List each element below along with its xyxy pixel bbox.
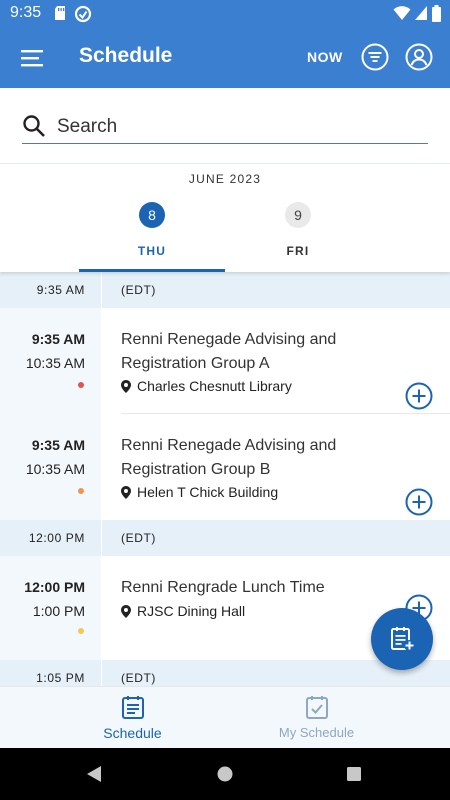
time-band: 1:05 PM (EDT) — [0, 660, 450, 686]
track-color-dot — [78, 488, 84, 494]
day-number: 8 — [139, 202, 165, 228]
system-navigation-bar — [0, 748, 450, 800]
location-pin-icon — [121, 486, 131, 499]
now-button[interactable]: NOW — [307, 49, 343, 65]
event-start-time: 9:35 AM — [31, 331, 85, 347]
nav-label: My Schedule — [278, 725, 355, 740]
search-icon — [23, 115, 45, 137]
add-event-fab[interactable] — [371, 608, 433, 670]
track-color-dot — [78, 382, 84, 388]
band-timezone: (EDT) — [121, 283, 156, 297]
app-bar: Schedule NOW — [0, 28, 450, 88]
event-start-time: 9:35 AM — [31, 437, 85, 453]
add-to-schedule-icon[interactable] — [405, 488, 433, 516]
add-to-schedule-icon[interactable] — [405, 382, 433, 410]
band-timezone: (EDT) — [121, 531, 156, 545]
band-time: 12:00 PM — [28, 531, 85, 545]
time-band: 12:00 PM (EDT) — [0, 520, 450, 556]
band-timezone: (EDT) — [121, 671, 156, 685]
event-location: RJSC Dining Hall — [121, 603, 245, 619]
event-location: Charles Chesnutt Library — [121, 378, 292, 394]
data-saver-icon — [74, 5, 92, 23]
event-end-time: 1:00 PM — [32, 603, 85, 619]
event-location-text: RJSC Dining Hall — [137, 603, 246, 619]
month-label: JUNE 2023 — [188, 172, 262, 186]
filter-icon[interactable] — [361, 43, 389, 71]
event-title: Renni Renegade Advising and Registration… — [121, 331, 337, 372]
band-divider — [101, 660, 102, 686]
location-pin-icon — [121, 380, 131, 393]
day-tab-fri[interactable]: 9 FRI — [225, 202, 371, 272]
calendar-check-icon — [306, 696, 328, 719]
band-time: 9:35 AM — [36, 283, 85, 297]
back-icon[interactable] — [86, 765, 102, 783]
schedule-icon — [122, 696, 144, 719]
event-end-time: 10:35 AM — [25, 461, 85, 477]
day-tab-thu[interactable]: 8 THU — [79, 202, 225, 272]
status-bar: 9:35 — [0, 0, 450, 28]
band-time: 1:05 PM — [36, 671, 85, 685]
event-start-time: 12:00 PM — [24, 579, 85, 595]
search-input[interactable]: Search — [22, 110, 428, 144]
signal-icon — [415, 6, 427, 20]
day-of-week: FRI — [286, 244, 310, 258]
list-item[interactable]: 9:35 AM 10:35 AM Renni Renegade Advising… — [0, 308, 450, 414]
menu-icon[interactable] — [20, 46, 44, 70]
track-color-dot — [78, 628, 84, 634]
band-divider — [101, 272, 102, 308]
band-divider — [101, 520, 102, 556]
wifi-icon — [393, 6, 411, 20]
event-location-text: Charles Chesnutt Library — [137, 378, 292, 394]
event-title: Renni Renegade Advising and Registration… — [121, 437, 337, 478]
time-band: 9:35 AM (EDT) — [0, 272, 450, 308]
event-title: Renni Rengrade Lunch Time — [121, 579, 325, 596]
search-placeholder: Search — [57, 116, 118, 137]
status-time: 9:35 — [10, 4, 42, 21]
event-end-time: 10:35 AM — [25, 355, 85, 371]
day-of-week: THU — [137, 244, 167, 258]
recents-icon[interactable] — [347, 767, 361, 781]
battery-icon — [432, 5, 441, 22]
app-screen: 9:35 Schedule NOW Search JUNE 2023 8 THU… — [0, 0, 450, 800]
tab-indicator — [79, 269, 225, 272]
sd-card-icon — [55, 6, 65, 20]
event-location: Helen T Chick Building — [121, 484, 278, 500]
bottom-navigation: Schedule My Schedule — [0, 686, 450, 748]
date-selector: JUNE 2023 8 THU 9 FRI — [0, 164, 450, 272]
day-number: 9 — [285, 202, 311, 228]
calendar-add-icon — [391, 627, 415, 651]
search-bar: Search — [0, 88, 450, 164]
list-item[interactable]: 9:35 AM 10:35 AM Renni Renegade Advising… — [0, 414, 450, 520]
page-title: Schedule — [79, 44, 173, 67]
location-pin-icon — [121, 605, 131, 618]
nav-my-schedule[interactable]: My Schedule — [204, 687, 429, 749]
event-location-text: Helen T Chick Building — [137, 484, 279, 500]
account-icon[interactable] — [405, 43, 433, 71]
home-icon[interactable] — [217, 766, 233, 782]
